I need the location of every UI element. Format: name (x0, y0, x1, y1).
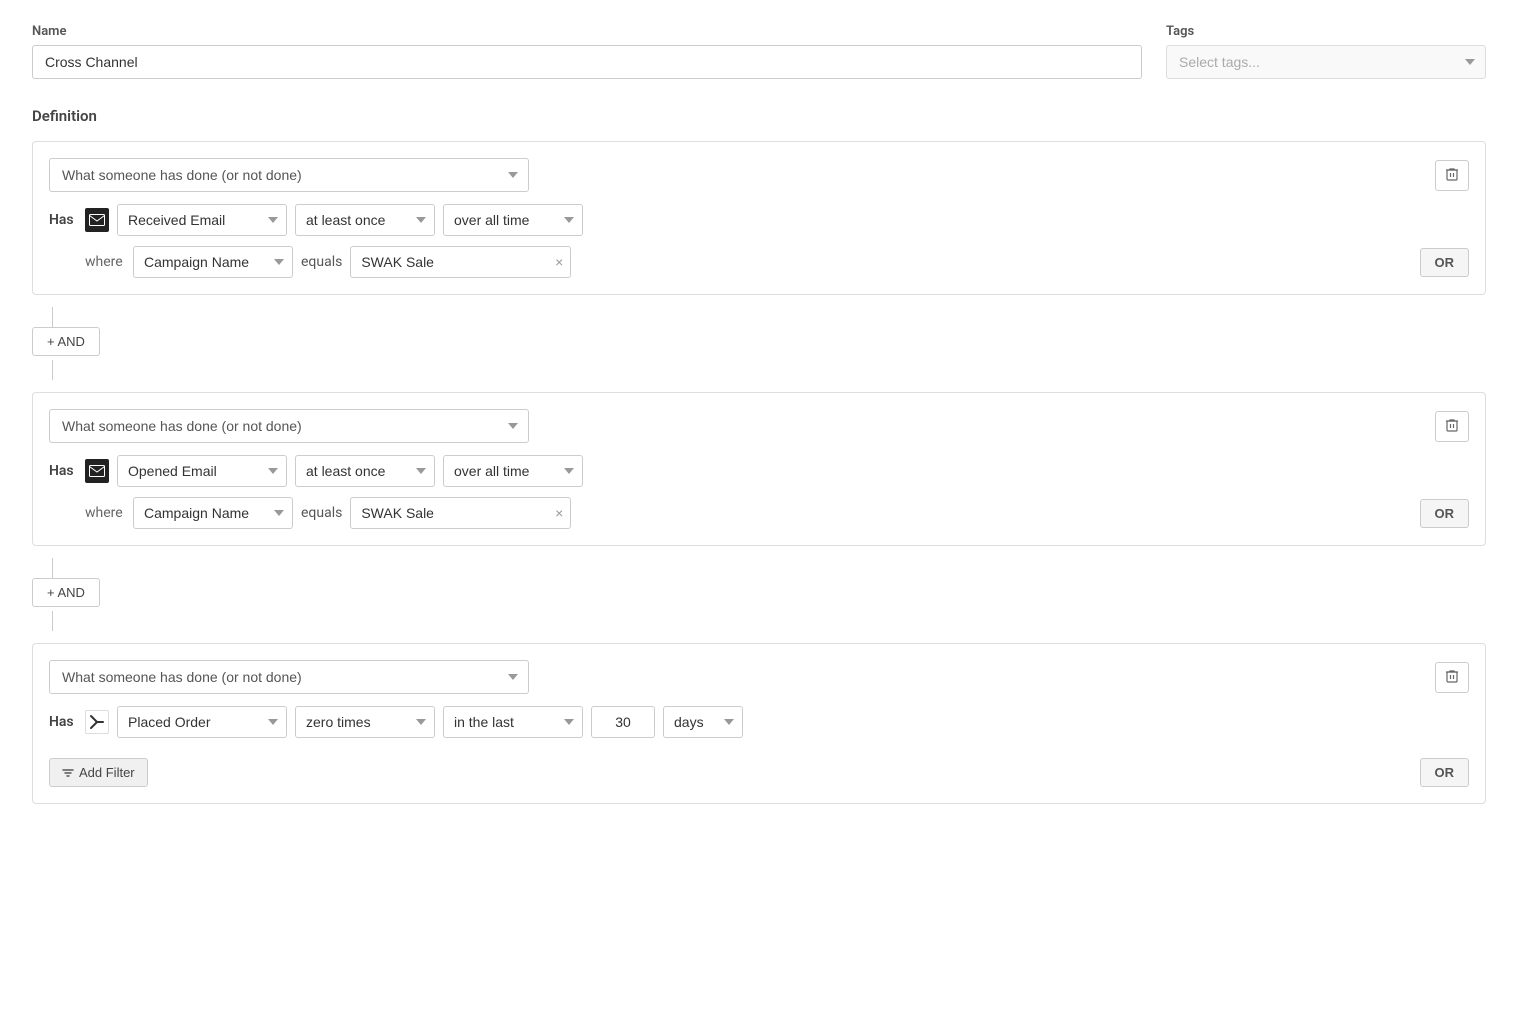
connector-line-2 (52, 558, 53, 578)
number-input-3[interactable] (591, 706, 655, 738)
event-icon-2 (85, 459, 109, 483)
days-select-3[interactable]: days (663, 706, 743, 738)
where-row-outer-2: where Campaign Name equals × OR (49, 497, 1469, 529)
filter-select-1[interactable]: Campaign Name (133, 246, 293, 278)
or-button-2[interactable]: OR (1420, 499, 1470, 528)
event-row-1: Has Received Email at least once over al… (49, 204, 1469, 236)
event-select-3[interactable]: Placed Order (117, 706, 287, 738)
add-filter-label-3: Add Filter (79, 765, 135, 780)
where-label-2: where (85, 505, 125, 521)
value-input-2[interactable] (350, 497, 571, 529)
clear-button-2[interactable]: × (555, 506, 563, 520)
condition-block-2: What someone has done (or not done) Has (32, 392, 1486, 546)
condition-block-3: What someone has done (or not done) Has (32, 643, 1486, 804)
event-select-1[interactable]: Received Email (117, 204, 287, 236)
equals-label-2: equals (301, 505, 342, 521)
value-input-1[interactable] (350, 246, 571, 278)
connector-line-1b (52, 360, 53, 380)
has-label-1: Has (49, 212, 77, 228)
tags-label: Tags (1166, 24, 1486, 39)
where-row-outer-1: where Campaign Name equals × OR (49, 246, 1469, 278)
definition-label: Definition (32, 107, 1486, 125)
filter-select-2[interactable]: Campaign Name (133, 497, 293, 529)
name-input[interactable] (32, 45, 1142, 79)
delete-button-3[interactable] (1435, 662, 1469, 693)
frequency-select-2[interactable]: at least once (295, 455, 435, 487)
connector-line-1 (52, 307, 53, 327)
time-select-2[interactable]: over all time (443, 455, 583, 487)
condition-type-select-3[interactable]: What someone has done (or not done) (49, 660, 529, 694)
add-filter-button-3[interactable]: Add Filter (49, 758, 148, 787)
equals-label-1: equals (301, 254, 342, 270)
tags-select[interactable]: Select tags... (1166, 45, 1486, 79)
name-label: Name (32, 24, 1142, 39)
condition-type-select-1[interactable]: What someone has done (or not done) (49, 158, 529, 192)
and-button-1[interactable]: + AND (32, 327, 100, 356)
delete-button-2[interactable] (1435, 411, 1469, 442)
where-row-1: where Campaign Name equals × (49, 246, 571, 278)
frequency-select-3[interactable]: zero times (295, 706, 435, 738)
delete-button-1[interactable] (1435, 160, 1469, 191)
time-select-1[interactable]: over all time (443, 204, 583, 236)
where-row-2: where Campaign Name equals × (49, 497, 571, 529)
time-select-3[interactable]: in the last (443, 706, 583, 738)
bottom-row-3: Add Filter OR (49, 748, 1469, 787)
has-label-2: Has (49, 463, 77, 479)
or-button-1[interactable]: OR (1420, 248, 1470, 277)
event-row-2: Has Opened Email at least once over all … (49, 455, 1469, 487)
where-label-1: where (85, 254, 125, 270)
value-wrap-1: × (350, 246, 571, 278)
or-button-3[interactable]: OR (1420, 758, 1470, 787)
event-icon-3 (85, 710, 109, 734)
and-section-1: + AND (32, 307, 1486, 380)
value-wrap-2: × (350, 497, 571, 529)
condition-type-select-2[interactable]: What someone has done (or not done) (49, 409, 529, 443)
event-select-2[interactable]: Opened Email (117, 455, 287, 487)
and-button-2[interactable]: + AND (32, 578, 100, 607)
frequency-select-1[interactable]: at least once (295, 204, 435, 236)
and-section-2: + AND (32, 558, 1486, 631)
has-label-3: Has (49, 714, 77, 730)
condition-block-1: What someone has done (or not done) Has (32, 141, 1486, 295)
event-icon-1 (85, 208, 109, 232)
clear-button-1[interactable]: × (555, 255, 563, 269)
connector-line-2b (52, 611, 53, 631)
event-row-3: Has Placed Order zero times in the last … (49, 706, 1469, 738)
